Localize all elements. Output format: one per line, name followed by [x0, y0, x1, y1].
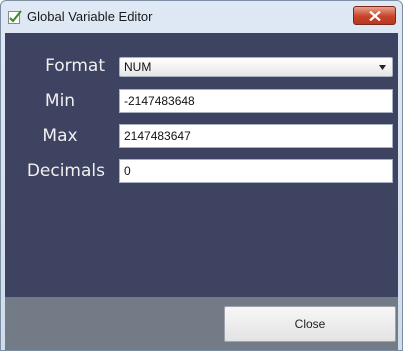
max-input[interactable]: 2147483647	[119, 124, 393, 148]
max-row: Max 2147483647	[5, 121, 398, 151]
chevron-down-icon	[379, 65, 386, 70]
close-button[interactable]: Close	[224, 306, 396, 342]
checklist-icon	[7, 9, 23, 25]
window-close-button[interactable]	[353, 6, 396, 25]
title-bar[interactable]: Global Variable Editor	[1, 1, 402, 33]
min-label: Min	[44, 91, 76, 111]
format-dropdown[interactable]: NUM	[119, 57, 393, 77]
format-row: Format NUM	[5, 51, 398, 81]
close-x-icon	[369, 11, 381, 21]
min-row: Min -2147483648	[5, 86, 398, 116]
min-input[interactable]: -2147483648	[119, 89, 393, 113]
editor-panel: Format NUM Min -2147483648 Max 214748364…	[5, 33, 398, 350]
format-value: NUM	[124, 60, 152, 74]
window-title: Global Variable Editor	[27, 9, 153, 24]
dialog-footer: Close	[5, 297, 398, 350]
max-label: Max	[42, 126, 78, 146]
format-label: Format	[45, 56, 105, 76]
decimals-input[interactable]: 0	[119, 159, 393, 183]
decimals-row: Decimals 0	[5, 156, 398, 186]
global-variable-editor-window: Global Variable Editor Format NUM Min -2…	[0, 0, 403, 351]
decimals-label: Decimals	[26, 161, 105, 181]
